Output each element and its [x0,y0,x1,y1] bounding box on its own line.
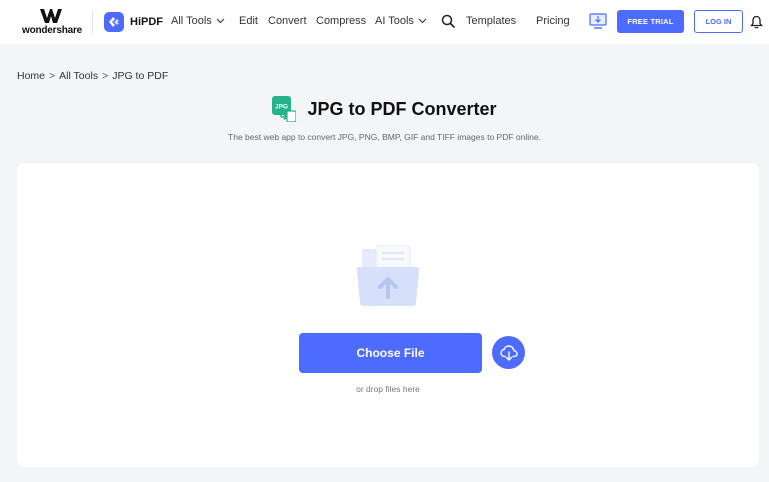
breadcrumb-separator: > [102,70,109,82]
breadcrumb-separator: > [49,70,56,82]
nav-templates-label: Templates [466,15,517,27]
bell-icon[interactable] [750,15,763,29]
nav-compress-label: Compress [316,15,367,27]
folder-upload-icon [357,245,419,306]
drop-files-hint: or drop files here [356,384,420,394]
nav-edit-label: Edit [239,15,258,27]
breadcrumb: Home > All Tools > JPG to PDF [17,70,168,82]
hipdf-mark-icon [104,12,124,32]
cloud-download-icon [499,344,518,361]
upload-card[interactable]: Choose File or drop files here [17,163,759,467]
hipdf-wordmark: HiPDF [130,16,163,28]
nav-convert-label: Convert [268,15,307,27]
top-header: wondershare HiPDF All Tools Edit Convert… [0,0,769,44]
login-button[interactable]: LOG IN [694,10,743,33]
desktop-download-icon[interactable] [589,12,607,30]
nav-all-tools[interactable]: All Tools [171,15,225,27]
choose-file-button[interactable]: Choose File [299,333,482,373]
chevron-down-icon [418,18,427,24]
nav-edit[interactable]: Edit [239,15,258,27]
page-subtitle: The best web app to convert JPG, PNG, BM… [228,132,541,142]
wondershare-logo[interactable]: wondershare [22,9,83,36]
jpg-to-pdf-icon: JPG [272,96,297,122]
breadcrumb-current: JPG to PDF [112,70,169,82]
nav-ai-tools[interactable]: AI Tools [375,15,427,27]
jpg-icon-label: JPG [275,104,288,111]
breadcrumb-all-tools[interactable]: All Tools [59,70,98,82]
chevron-down-icon [216,18,225,24]
title-row: JPG JPG to PDF Converter [0,96,769,122]
page-title: JPG to PDF Converter [307,98,497,119]
nav-convert[interactable]: Convert [268,15,307,27]
nav-all-tools-label: All Tools [171,15,212,27]
nav-templates[interactable]: Templates [466,15,516,27]
nav-compress[interactable]: Compress [316,15,366,27]
search-icon[interactable] [441,14,455,28]
wondershare-wordmark: wondershare [22,25,83,36]
wondershare-mark-icon [40,9,62,23]
nav-ai-tools-label: AI Tools [375,15,414,27]
breadcrumb-home[interactable]: Home [17,70,45,82]
header-divider [92,10,93,34]
nav-pricing-label: Pricing [536,15,570,27]
free-trial-button[interactable]: FREE TRIAL [617,10,684,33]
cloud-upload-button[interactable] [492,336,525,369]
nav-pricing[interactable]: Pricing [536,15,570,27]
hipdf-logo[interactable]: HiPDF [104,11,163,33]
